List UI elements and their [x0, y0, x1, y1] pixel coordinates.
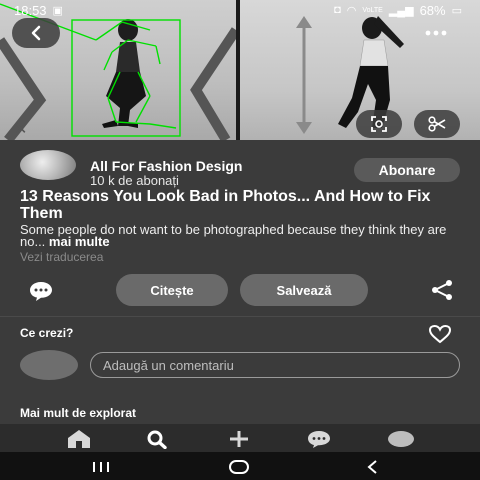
tab-search[interactable]	[140, 428, 174, 450]
gallery-notification-icon: ▣	[52, 4, 63, 17]
pin-details: All For Fashion Design 10 k de abonați A…	[0, 140, 480, 424]
back-button[interactable]	[12, 18, 60, 48]
comment-input[interactable]	[90, 352, 460, 378]
pin-title: 13 Reasons You Look Bad in Photos... And…	[20, 188, 431, 222]
battery-icon: ▭	[451, 4, 462, 17]
follower-count: 10 k de abonați	[90, 173, 179, 188]
comments-heading: Ce crezi?	[20, 326, 74, 340]
user-avatar	[20, 350, 78, 380]
recents-button[interactable]	[86, 456, 116, 478]
tab-create[interactable]	[222, 428, 256, 450]
comment-icon[interactable]	[28, 280, 54, 302]
heart-icon[interactable]	[428, 324, 452, 344]
author-avatar[interactable]	[20, 150, 76, 180]
read-more-link[interactable]: mai multe	[49, 234, 110, 249]
tab-profile[interactable]	[384, 428, 418, 450]
save-button[interactable]: Salvează	[240, 274, 368, 306]
home-nav-button[interactable]	[224, 456, 254, 478]
status-right: ◘ ◠ VoLTE ▂▄▆ 68% ▭	[334, 3, 462, 18]
status-left: 18:53 ▣	[14, 3, 63, 18]
status-time: 18:53	[14, 2, 47, 18]
battery-percentage: 68%	[419, 2, 446, 18]
home-icon	[68, 430, 90, 448]
wifi-icon: ◠	[346, 4, 357, 17]
read-button[interactable]: Citește	[116, 274, 228, 306]
back-nav-button[interactable]	[358, 456, 388, 478]
chevron-left-icon	[31, 25, 41, 41]
visual-search-button[interactable]	[356, 110, 402, 138]
status-bar: 18:53 ▣ ◘ ◠ VoLTE ▂▄▆ 68% ▭	[0, 0, 480, 20]
back-icon	[367, 460, 377, 474]
tab-home[interactable]	[62, 428, 96, 450]
system-navigation-bar	[0, 452, 480, 480]
follow-button[interactable]: Abonare	[354, 158, 460, 182]
bottom-tab-bar	[0, 424, 480, 452]
camera-notification-icon: ◘	[334, 4, 341, 16]
signal-icon: ▂▄▆	[388, 4, 414, 17]
author-row: All For Fashion Design 10 k de abonați A…	[18, 148, 464, 188]
divider	[0, 316, 480, 317]
crop-button[interactable]	[414, 110, 460, 138]
pin-description: Some people do not want to be photograph…	[20, 223, 460, 249]
share-icon[interactable]	[430, 279, 454, 301]
profile-icon	[388, 431, 414, 447]
search-icon	[147, 430, 167, 449]
pin-actions: Citește Salvează	[0, 272, 480, 308]
volte-label: VoLTE	[362, 6, 383, 14]
recents-icon	[93, 462, 109, 472]
svg-text:✕: ✕	[14, 121, 27, 138]
home-circle-icon	[229, 460, 249, 474]
author-name[interactable]: All For Fashion Design	[90, 158, 242, 174]
more-to-explore-heading: Mai mult de explorat	[20, 406, 137, 420]
see-translation-link[interactable]: Vezi traducerea	[20, 250, 103, 264]
more-options-button[interactable]	[414, 18, 458, 48]
tab-messages[interactable]	[302, 428, 336, 450]
add-icon	[230, 431, 248, 447]
scissors-icon	[428, 116, 446, 132]
visual-search-icon	[371, 116, 387, 132]
pin-image[interactable]: ✕	[0, 0, 480, 140]
more-dots-icon	[425, 30, 447, 36]
messages-icon	[308, 431, 330, 448]
